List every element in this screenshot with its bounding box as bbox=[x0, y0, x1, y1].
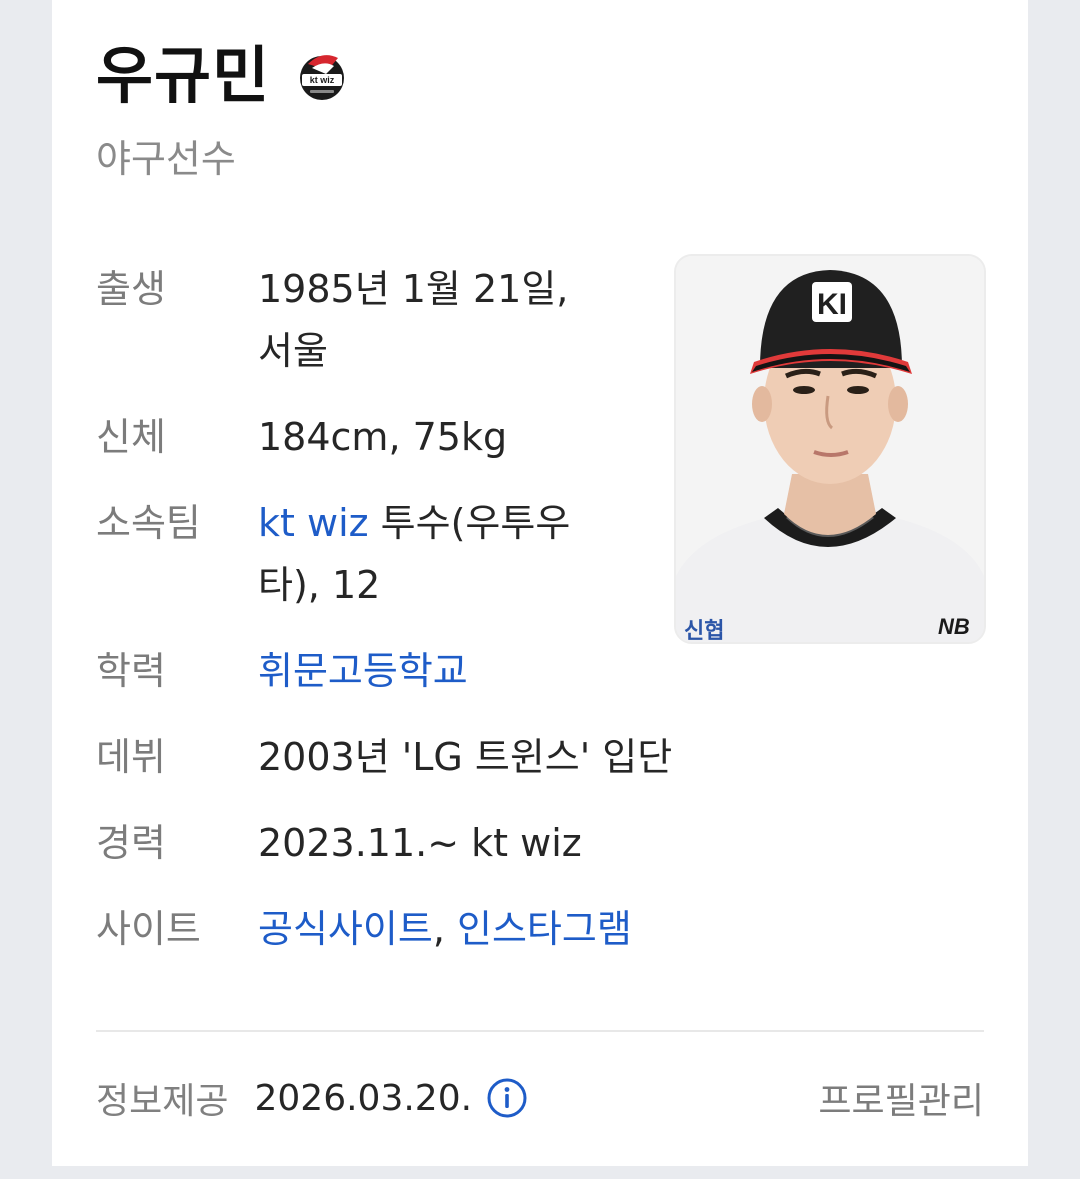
logo-text: kt wiz bbox=[310, 75, 335, 85]
site-label: 사이트 bbox=[96, 907, 201, 951]
team-value: kt wiz 투수(우투우 타), 12 bbox=[258, 492, 638, 616]
info-row-career: 경력 2023.11.~ kt wiz bbox=[96, 812, 996, 874]
education-label: 학력 bbox=[96, 649, 166, 693]
birth-place: 서울 bbox=[258, 329, 328, 373]
source-label: 정보제공 bbox=[96, 1081, 229, 1122]
official-site-link[interactable]: 공식사이트 bbox=[258, 907, 433, 951]
cap-letters: KI bbox=[817, 288, 847, 321]
birth-date: 1985년 1월 21일, bbox=[258, 267, 569, 311]
body-value: 184cm, 75kg bbox=[258, 415, 508, 459]
team-label: 소속팀 bbox=[96, 501, 201, 545]
jersey-sponsor: 신협 bbox=[684, 619, 724, 642]
divider bbox=[96, 1030, 984, 1032]
info-row-education: 학력 휘문고등학교 bbox=[96, 640, 996, 702]
player-portrait-image: KI 신협 NB bbox=[676, 256, 984, 642]
career-value: 2023.11.~ kt wiz bbox=[258, 821, 582, 865]
instagram-link[interactable]: 인스타그램 bbox=[457, 907, 632, 951]
source-date: 2026.03.20. bbox=[254, 1077, 473, 1119]
site-value: 공식사이트, 인스타그램 bbox=[258, 898, 632, 960]
team-number: 타), 12 bbox=[258, 563, 381, 607]
info-row-debut: 데뷔 2003년 'LG 트윈스' 입단 bbox=[96, 726, 996, 788]
title-row: 우규민 kt wiz bbox=[96, 36, 350, 116]
brand-mark: NB bbox=[938, 614, 970, 639]
birth-value: 1985년 1월 21일, 서울 bbox=[258, 258, 638, 382]
birth-label: 출생 bbox=[96, 267, 166, 311]
player-photo[interactable]: KI 신협 NB bbox=[674, 254, 986, 644]
team-link[interactable]: kt wiz bbox=[258, 501, 369, 545]
debut-label: 데뷔 bbox=[96, 735, 166, 779]
education-link[interactable]: 휘문고등학교 bbox=[258, 640, 468, 702]
team-position: 투수(우투우 bbox=[368, 501, 571, 545]
footer: 정보제공 2026.03.20. 프로필관리 bbox=[96, 1070, 984, 1126]
profile-card: 우규민 kt wiz 야구선수 출생 1985년 1월 21일, 서울 신체 1… bbox=[52, 0, 1028, 1166]
player-name: 우규민 bbox=[96, 39, 271, 112]
info-circle-icon[interactable] bbox=[486, 1077, 528, 1119]
debut-value: 2003년 'LG 트윈스' 입단 bbox=[258, 735, 673, 779]
player-occupation: 야구선수 bbox=[96, 137, 236, 181]
info-row-site: 사이트 공식사이트, 인스타그램 bbox=[96, 898, 996, 960]
kt-wiz-logo-icon[interactable]: kt wiz bbox=[294, 48, 350, 104]
site-separator: , bbox=[432, 907, 445, 951]
profile-manage-button[interactable]: 프로필관리 bbox=[818, 1072, 984, 1124]
body-label: 신체 bbox=[96, 415, 166, 459]
career-label: 경력 bbox=[96, 821, 166, 865]
